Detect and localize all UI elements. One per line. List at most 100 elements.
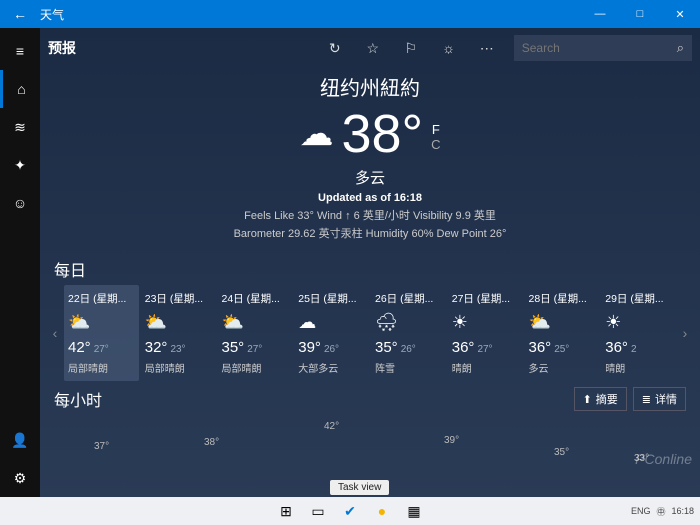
sidebar: ≡ ⌂ ≋ ✦ ☺ 👤 ⚙ <box>0 28 40 497</box>
day-card[interactable]: 29日 (星期... ☀ 36°2 晴朗 <box>601 285 676 381</box>
hourly-chart: 37° 38° 42° 39° 35° 33° <box>54 413 686 483</box>
location-name: 纽约州紐約 <box>40 72 700 101</box>
maximize-button[interactable]: □ <box>620 8 660 20</box>
home-icon[interactable]: ⌂ <box>0 70 40 108</box>
taskbar-app-3[interactable]: ▦ <box>401 500 427 522</box>
day-card[interactable]: 26日 (星期... 🌨 35°26° 阵雪 <box>371 285 446 381</box>
day-high: 32° <box>145 339 168 356</box>
day-high: 36° <box>529 339 552 356</box>
day-condition: 大部多云 <box>298 360 365 375</box>
app-title: 天气 <box>40 6 64 23</box>
titlebar: ← 天气 — □ ✕ <box>0 0 700 28</box>
current-weather: 纽约州紐約 ☁ 38° F C 多云 Updated as of 16:18 F… <box>40 68 700 251</box>
day-date: 26日 (星期... <box>375 291 442 306</box>
day-high: 39° <box>298 339 321 356</box>
day-condition: 多云 <box>529 360 596 375</box>
hourly-temp-label: 33° <box>634 453 649 464</box>
minimize-button[interactable]: — <box>580 8 620 20</box>
day-icon: 🌨 <box>375 312 442 333</box>
day-condition: 阵雪 <box>375 360 442 375</box>
taskbar-start[interactable]: ⊞ <box>273 500 299 522</box>
updated-time: Updated as of 16:18 <box>40 192 700 204</box>
day-low: 2 <box>631 344 637 355</box>
day-card[interactable]: 28日 (星期... ⛅ 36°25° 多云 <box>525 285 600 381</box>
day-condition: 晴朗 <box>605 360 672 375</box>
detail-button[interactable]: ≣详情 <box>633 387 686 411</box>
current-temp: 38° <box>341 103 423 165</box>
day-high: 36° <box>605 339 628 356</box>
search-input[interactable] <box>522 41 677 55</box>
account-icon[interactable]: 👤 <box>0 421 40 459</box>
day-icon: ⛅ <box>529 312 596 333</box>
day-high: 36° <box>452 339 475 356</box>
stats-line-1: Feels Like 33° Wind ↑ 6 英里/小时 Visibility… <box>40 208 700 226</box>
tray-lang[interactable]: ENG <box>631 506 651 516</box>
day-date: 28日 (星期... <box>529 291 596 306</box>
back-button[interactable]: ← <box>0 6 40 22</box>
day-low: 23° <box>170 344 185 355</box>
day-date: 23日 (星期... <box>145 291 212 306</box>
day-card[interactable]: 22日 (星期... ⛅ 42°27° 局部晴朗 <box>64 285 139 381</box>
feedback-icon[interactable]: ☺ <box>0 184 40 222</box>
day-high: 42° <box>68 339 91 356</box>
tray-time: 16:18 <box>671 506 694 516</box>
maps-icon[interactable]: ≋ <box>0 108 40 146</box>
condition-text: 多云 <box>40 167 700 188</box>
daily-prev[interactable]: ‹ <box>46 325 64 341</box>
close-button[interactable]: ✕ <box>660 8 700 21</box>
search-box[interactable]: ⌕ <box>514 35 692 61</box>
unit-c[interactable]: C <box>431 137 440 152</box>
hamburger-icon[interactable]: ≡ <box>0 32 40 70</box>
hourly-temp-label: 35° <box>554 447 569 458</box>
day-card[interactable]: 23日 (星期... ⛅ 32°23° 局部晴朗 <box>141 285 216 381</box>
day-low: 26° <box>324 344 339 355</box>
hourly-temp-label: 42° <box>324 421 339 432</box>
day-date: 29日 (星期... <box>605 291 672 306</box>
unit-f[interactable]: F <box>431 122 440 137</box>
day-icon: ⛅ <box>222 312 289 333</box>
list-icon: ≣ <box>642 393 651 406</box>
day-card[interactable]: 25日 (星期... ☁ 39°26° 大部多云 <box>294 285 369 381</box>
taskbar-taskview[interactable]: ▭ <box>305 500 331 522</box>
hourly-title: 每小时 <box>54 387 568 411</box>
search-icon[interactable]: ⌕ <box>677 40 684 56</box>
day-condition: 局部晴朗 <box>68 360 135 375</box>
more-icon[interactable]: ⋯ <box>468 40 506 57</box>
day-low: 25° <box>554 344 569 355</box>
taskbar-app-2[interactable]: ● <box>369 500 395 522</box>
refresh-icon[interactable]: ↻ <box>316 40 354 57</box>
day-low: 26° <box>401 344 416 355</box>
daily-forecast: ‹ 22日 (星期... ⛅ 42°27° 局部晴朗23日 (星期... ⛅ 3… <box>40 285 700 381</box>
pin-icon[interactable]: ⚐ <box>392 40 430 57</box>
summary-button[interactable]: ⬆摘要 <box>574 387 627 411</box>
chart-icon: ⬆ <box>583 393 592 406</box>
taskbar-app-1[interactable]: ✔ <box>337 500 363 522</box>
taskbar: ⊞ ▭ ✔ ● ▦ ENG ㊥ 16:18 <box>0 497 700 525</box>
favorite-icon[interactable]: ☆ <box>354 40 392 57</box>
condition-icon: ☁ <box>299 114 333 154</box>
day-low: 27° <box>477 344 492 355</box>
day-card[interactable]: 24日 (星期... ⛅ 35°27° 局部晴朗 <box>218 285 293 381</box>
tray-ime[interactable]: ㊥ <box>656 505 665 518</box>
day-condition: 局部晴朗 <box>145 360 212 375</box>
history-icon[interactable]: ✦ <box>0 146 40 184</box>
day-high: 35° <box>375 339 398 356</box>
day-condition: 晴朗 <box>452 360 519 375</box>
settings-icon[interactable]: ⚙ <box>0 459 40 497</box>
hourly-temp-label: 37° <box>94 441 109 452</box>
day-icon: ☁ <box>298 312 365 333</box>
day-low: 27° <box>247 344 262 355</box>
day-card[interactable]: 27日 (星期... ☀ 36°27° 晴朗 <box>448 285 523 381</box>
hourly-temp-label: 39° <box>444 435 459 446</box>
day-date: 22日 (星期... <box>68 291 135 306</box>
day-icon: ⛅ <box>145 312 212 333</box>
breadcrumb: 预报 <box>48 38 76 58</box>
day-date: 25日 (星期... <box>298 291 365 306</box>
day-icon: ⛅ <box>68 312 135 333</box>
daily-next[interactable]: › <box>676 325 694 341</box>
daily-title: 每日 <box>40 251 700 285</box>
tooltip: Task view <box>330 480 389 495</box>
hourly-temp-label: 38° <box>204 437 219 448</box>
day-low: 27° <box>94 344 109 355</box>
theme-icon[interactable]: ☼ <box>430 40 468 56</box>
